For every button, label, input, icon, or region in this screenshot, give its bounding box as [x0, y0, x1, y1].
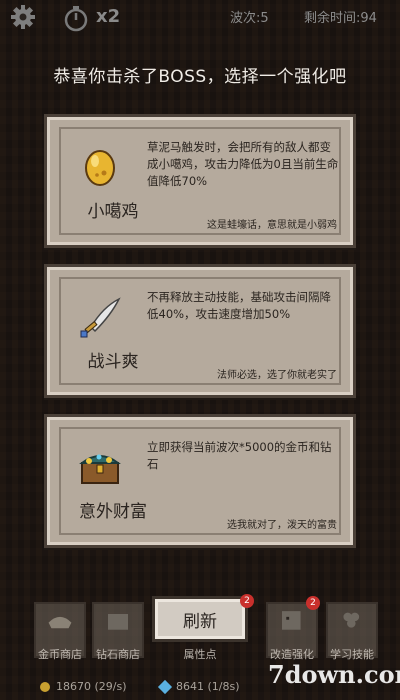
card-description: 不再释放主动技能，基础攻击间隔降低40%，攻击速度增加50% [147, 290, 331, 321]
diamond-icon [157, 679, 173, 695]
card-name: 战斗爽 [87, 352, 139, 372]
upgrade-card-chicken[interactable]: 小噶鸡 草泥马触发时，会把所有的敌人都变成小噶鸡，攻击力降低为0且当前生命值降低… [44, 114, 356, 248]
refresh-count-badge: 2 [240, 594, 254, 608]
diamond-chest-icon [108, 614, 128, 630]
site-watermark: 7down.com [268, 660, 400, 689]
game-speed-label[interactable]: x2 [96, 6, 120, 27]
shop-label: 钻石商店 [96, 648, 140, 661]
scimitar-icon [80, 297, 121, 338]
card-name: 意外财富 [79, 502, 147, 522]
golden-egg-icon [85, 150, 115, 186]
refresh-button[interactable]: 刷新 [152, 596, 248, 642]
card-description: 立即获得当前波次*5000的金币和钻石 [147, 440, 332, 471]
upgrade-card-wealth[interactable]: 意外财富 立即获得当前波次*5000的金币和钻石 选我就对了，泼天的富贵 [44, 414, 356, 548]
clover-icon [343, 612, 360, 628]
card-flavor-text: 法师必选，选了你就老实了 [217, 370, 337, 381]
gear-icon[interactable] [10, 4, 36, 30]
shop-label: 属性点 [183, 648, 217, 661]
treasure-chest-icon [79, 454, 121, 484]
gold-amount: 18670 (29/s) [56, 680, 127, 693]
refresh-label: 刷新 [183, 611, 217, 632]
stopwatch-icon[interactable] [62, 4, 90, 32]
gold-coin-icon [40, 682, 50, 692]
card-description: 草泥马触发时，会把所有的敌人都变成小噶鸡，攻击力降低为0且当前生命值降低70% [147, 140, 339, 188]
card-flavor-text: 这是蛙壕话，意思就是小弱鸡 [207, 220, 337, 231]
card-flavor-text: 选我就对了，泼天的富贵 [227, 520, 337, 531]
gold-ingot-icon [48, 616, 72, 629]
upgrade-card-battle[interactable]: 战斗爽 不再释放主动技能，基础攻击间隔降低40%，攻击速度增加50% 法师必选，… [44, 264, 356, 398]
notification-badge: 2 [306, 596, 320, 610]
top-hud: x2 波次:5 剩余时间:94 [0, 0, 400, 32]
wave-counter: 波次:5 [230, 11, 269, 26]
boss-kill-title: 恭喜你击杀了BOSS，选择一个强化吧 [53, 67, 347, 87]
shop-label: 金币商店 [38, 648, 82, 661]
robot-face-icon [282, 611, 301, 630]
diamond-amount: 8641 (1/8s) [176, 680, 240, 693]
card-name: 小噶鸡 [87, 202, 139, 222]
time-remaining: 剩余时间:94 [304, 11, 377, 26]
